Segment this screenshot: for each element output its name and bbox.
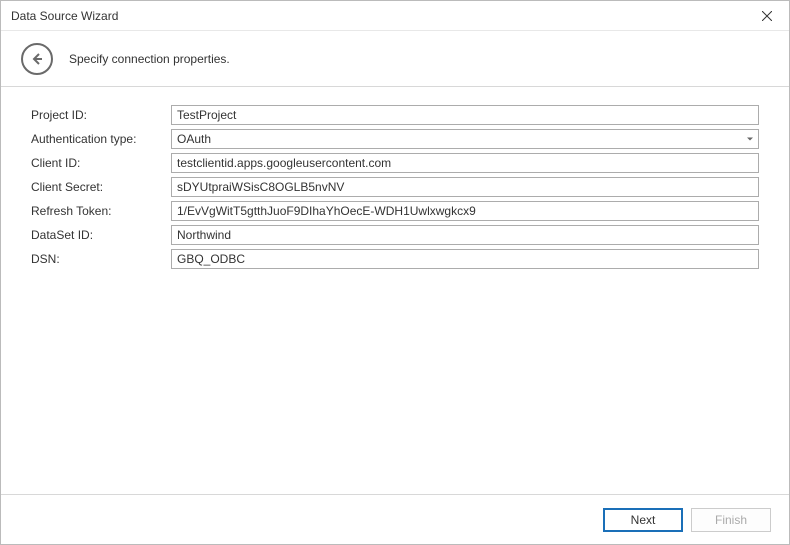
client-secret-input[interactable] xyxy=(171,177,759,197)
window-title: Data Source Wizard xyxy=(11,9,118,23)
client-secret-label: Client Secret: xyxy=(31,180,171,194)
dsn-input[interactable] xyxy=(171,249,759,269)
auth-type-select[interactable]: OAuth xyxy=(171,129,759,149)
wizard-header: Specify connection properties. xyxy=(1,31,789,87)
row-dataset-id: DataSet ID: xyxy=(31,225,759,245)
row-client-secret: Client Secret: xyxy=(31,177,759,197)
project-id-label: Project ID: xyxy=(31,108,171,122)
row-refresh-token: Refresh Token: xyxy=(31,201,759,221)
next-button[interactable]: Next xyxy=(603,508,683,532)
client-id-input[interactable] xyxy=(171,153,759,173)
close-button[interactable] xyxy=(744,1,789,31)
row-project-id: Project ID: xyxy=(31,105,759,125)
refresh-token-input[interactable] xyxy=(171,201,759,221)
client-id-label: Client ID: xyxy=(31,156,171,170)
wizard-subtitle: Specify connection properties. xyxy=(69,52,230,66)
auth-type-label: Authentication type: xyxy=(31,132,171,146)
project-id-input[interactable] xyxy=(171,105,759,125)
form-content: Project ID: Authentication type: OAuth C… xyxy=(1,87,789,494)
auth-type-value: OAuth xyxy=(177,132,211,146)
dsn-label: DSN: xyxy=(31,252,171,266)
finish-button: Finish xyxy=(691,508,771,532)
arrow-left-icon xyxy=(30,52,44,66)
titlebar: Data Source Wizard xyxy=(1,1,789,31)
dataset-id-input[interactable] xyxy=(171,225,759,245)
refresh-token-label: Refresh Token: xyxy=(31,204,171,218)
row-client-id: Client ID: xyxy=(31,153,759,173)
row-dsn: DSN: xyxy=(31,249,759,269)
close-icon xyxy=(762,11,772,21)
back-button[interactable] xyxy=(21,43,53,75)
row-auth-type: Authentication type: OAuth xyxy=(31,129,759,149)
dataset-id-label: DataSet ID: xyxy=(31,228,171,242)
wizard-footer: Next Finish xyxy=(1,494,789,544)
chevron-down-icon xyxy=(747,138,753,141)
